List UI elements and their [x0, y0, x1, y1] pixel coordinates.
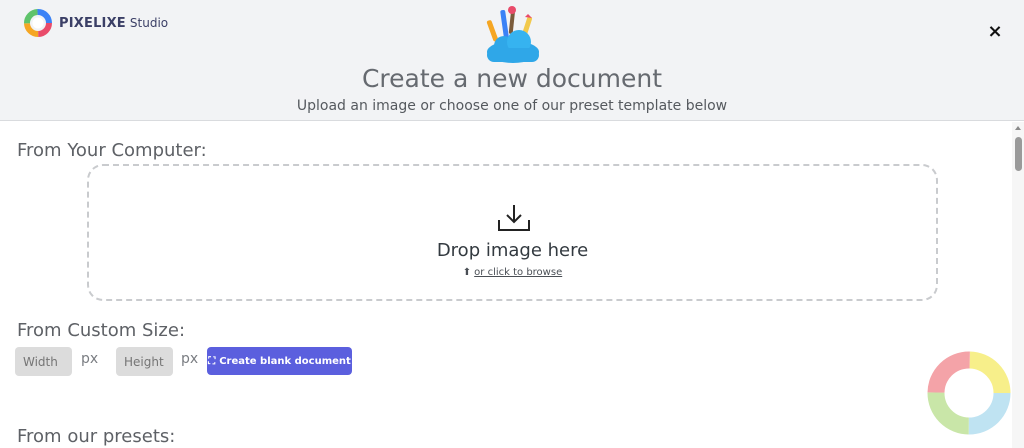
section-label-computer: From Your Computer:	[17, 140, 207, 161]
height-unit-label: px	[181, 351, 199, 367]
cloud-paint-tools-icon	[486, 6, 539, 63]
close-button[interactable]: ×	[985, 22, 1005, 42]
page-subtitle: Upload an image or choose one of our pre…	[296, 98, 728, 114]
create-blank-document-label: Create blank document	[219, 355, 351, 367]
section-label-presets: From our presets:	[17, 426, 176, 447]
width-unit-label: px	[81, 351, 99, 367]
brand[interactable]: PIXELIXE Studio	[23, 8, 168, 38]
browse-link-label: or click to browse	[474, 267, 563, 278]
section-label-custom-size: From Custom Size:	[17, 320, 186, 341]
pixelixe-logo-icon	[24, 9, 52, 37]
image-dropzone[interactable]: Drop image here ⬆ or click to browse	[87, 164, 938, 301]
height-input[interactable]	[116, 347, 173, 376]
browse-link[interactable]: ⬆ or click to browse	[89, 267, 936, 278]
dialog-header: PIXELIXE Studio × Create a new document …	[0, 0, 1024, 121]
upload-icon: ⬆	[462, 267, 472, 278]
drop-image-text: Drop image here	[436, 240, 589, 261]
page-title: Create a new document	[361, 64, 663, 93]
width-input[interactable]	[15, 347, 72, 376]
dialog-content: From Your Computer: Drop image here ⬆ or …	[0, 122, 1012, 448]
scroll-up-icon[interactable]	[1015, 126, 1021, 130]
create-document-dialog: PIXELIXE Studio × Create a new document …	[0, 0, 1024, 448]
loading-ring-icon	[927, 351, 1011, 435]
expand-icon: ⛶	[208, 355, 216, 367]
create-blank-document-button[interactable]: ⛶ Create blank document	[207, 347, 352, 375]
download-icon	[498, 205, 530, 231]
brand-name: PIXELIXE	[59, 15, 126, 31]
scroll-thumb[interactable]	[1015, 137, 1022, 171]
brand-sub: Studio	[129, 16, 169, 30]
